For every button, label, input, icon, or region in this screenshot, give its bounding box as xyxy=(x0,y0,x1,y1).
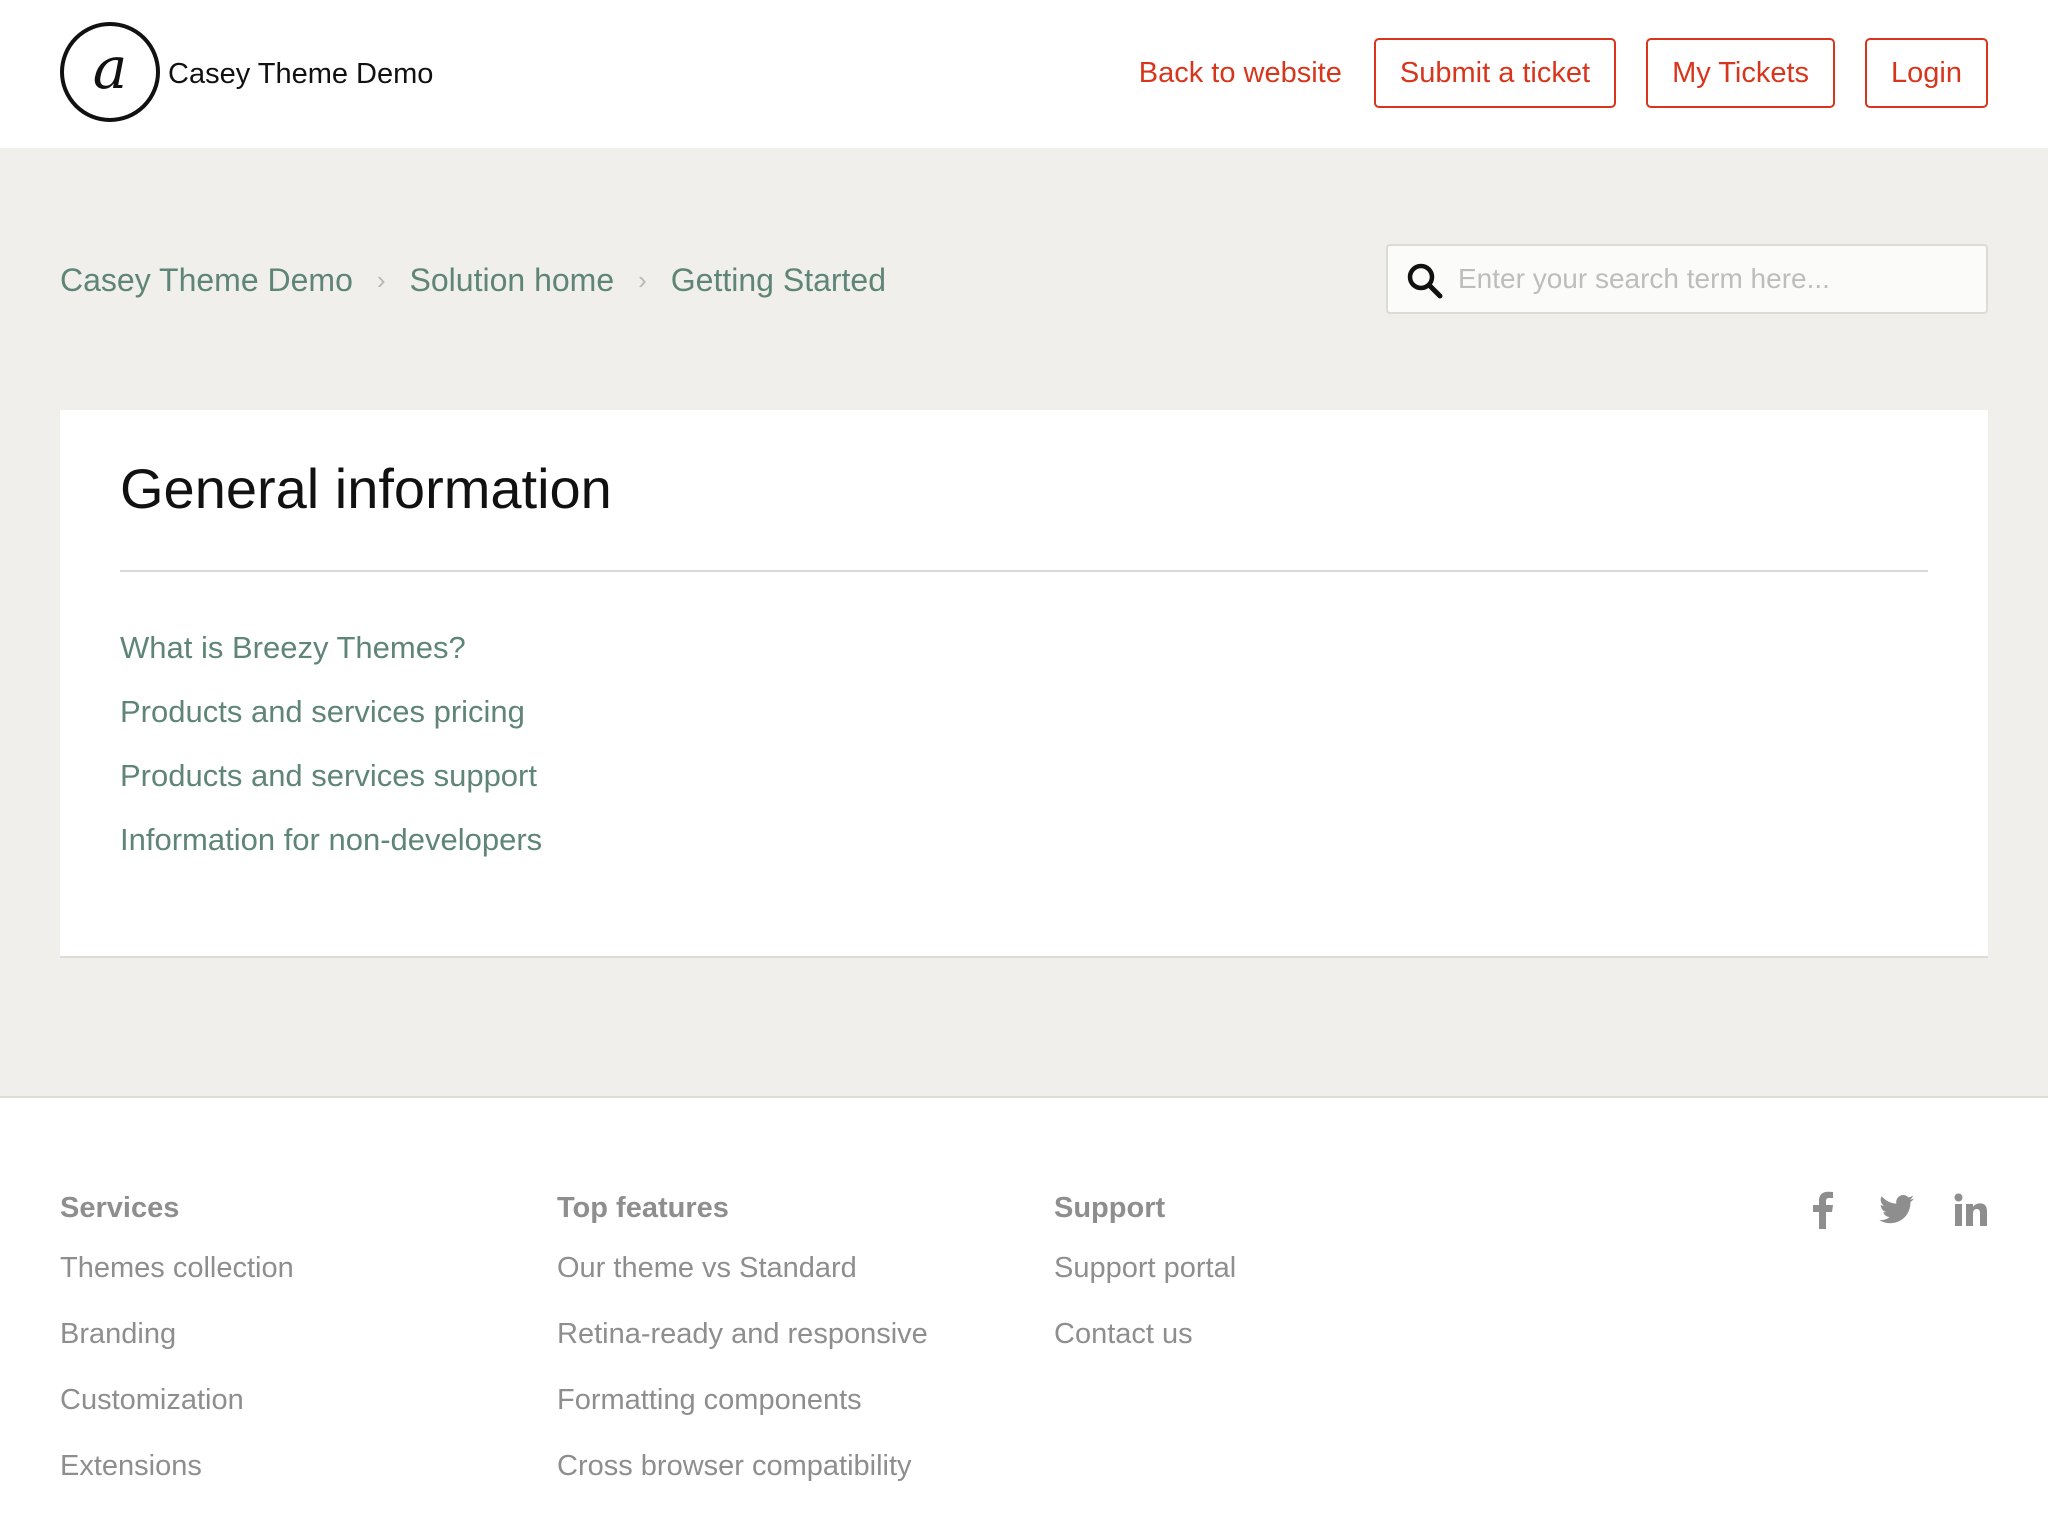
logo[interactable]: a xyxy=(60,22,160,122)
breadcrumb-item-getting-started[interactable]: Getting Started xyxy=(671,260,886,300)
main-band: Casey Theme Demo › Solution home › Getti… xyxy=(0,148,2048,1098)
breadcrumb-separator: › xyxy=(638,265,647,295)
article-link[interactable]: What is Breezy Themes? xyxy=(120,628,542,692)
site-header: a Casey Theme Demo Back to website Submi… xyxy=(0,0,2048,148)
article-link[interactable]: Products and services support xyxy=(120,756,542,820)
footer-column-support: Support Support portal Contact us xyxy=(1054,1190,1236,1382)
linkedin-icon[interactable] xyxy=(1952,1190,1990,1230)
footer-link[interactable]: Cross browser compatibility xyxy=(557,1448,928,1514)
site-footer: Services Themes collection Branding Cust… xyxy=(0,1098,2048,1524)
article-list: What is Breezy Themes? Products and serv… xyxy=(120,628,542,884)
footer-link[interactable]: Branding xyxy=(60,1316,294,1382)
search-input[interactable] xyxy=(1458,246,1978,312)
footer-link[interactable]: Our theme vs Standard xyxy=(557,1250,928,1316)
footer-link[interactable]: Retina-ready and responsive xyxy=(557,1316,928,1382)
submit-ticket-button[interactable]: Submit a ticket xyxy=(1373,38,1617,108)
facebook-icon[interactable] xyxy=(1804,1190,1842,1230)
footer-link[interactable]: Customization xyxy=(60,1382,294,1448)
my-tickets-button[interactable]: My Tickets xyxy=(1646,38,1836,108)
article-link[interactable]: Products and services pricing xyxy=(120,692,542,756)
logo-glyph: a xyxy=(92,34,128,102)
title-divider xyxy=(120,570,1928,572)
search-box xyxy=(1386,244,1988,314)
article-card: General information What is Breezy Theme… xyxy=(60,410,1988,958)
footer-column-services: Services Themes collection Branding Cust… xyxy=(60,1190,294,1514)
twitter-icon[interactable] xyxy=(1878,1190,1916,1230)
footer-link[interactable]: Extensions xyxy=(60,1448,294,1514)
breadcrumb-item-solution-home[interactable]: Solution home xyxy=(410,260,615,300)
breadcrumb-separator: › xyxy=(376,265,386,295)
article-link[interactable]: Information for non-developers xyxy=(120,820,542,884)
search-icon[interactable] xyxy=(1406,262,1444,300)
footer-column-title: Top features xyxy=(557,1192,729,1224)
footer-link[interactable]: Formatting components xyxy=(557,1382,928,1448)
page-title: General information xyxy=(120,457,612,520)
footer-link[interactable]: Themes collection xyxy=(60,1250,294,1316)
social-links xyxy=(1804,1190,1990,1230)
breadcrumb-item-home[interactable]: Casey Theme Demo xyxy=(60,260,353,300)
footer-column-title: Services xyxy=(60,1192,180,1224)
footer-column-top-features: Top features Our theme vs Standard Retin… xyxy=(557,1190,928,1514)
back-to-website-link[interactable]: Back to website xyxy=(1139,55,1342,91)
footer-link[interactable]: Contact us xyxy=(1054,1316,1236,1382)
login-button[interactable]: Login xyxy=(1865,38,1988,108)
breadcrumb: Casey Theme Demo › Solution home › Getti… xyxy=(60,260,886,300)
site-name[interactable]: Casey Theme Demo xyxy=(168,56,433,92)
header-nav: Back to website Submit a ticket My Ticke… xyxy=(1139,38,1988,108)
footer-column-title: Support xyxy=(1054,1192,1166,1224)
footer-link[interactable]: Support portal xyxy=(1054,1250,1236,1316)
